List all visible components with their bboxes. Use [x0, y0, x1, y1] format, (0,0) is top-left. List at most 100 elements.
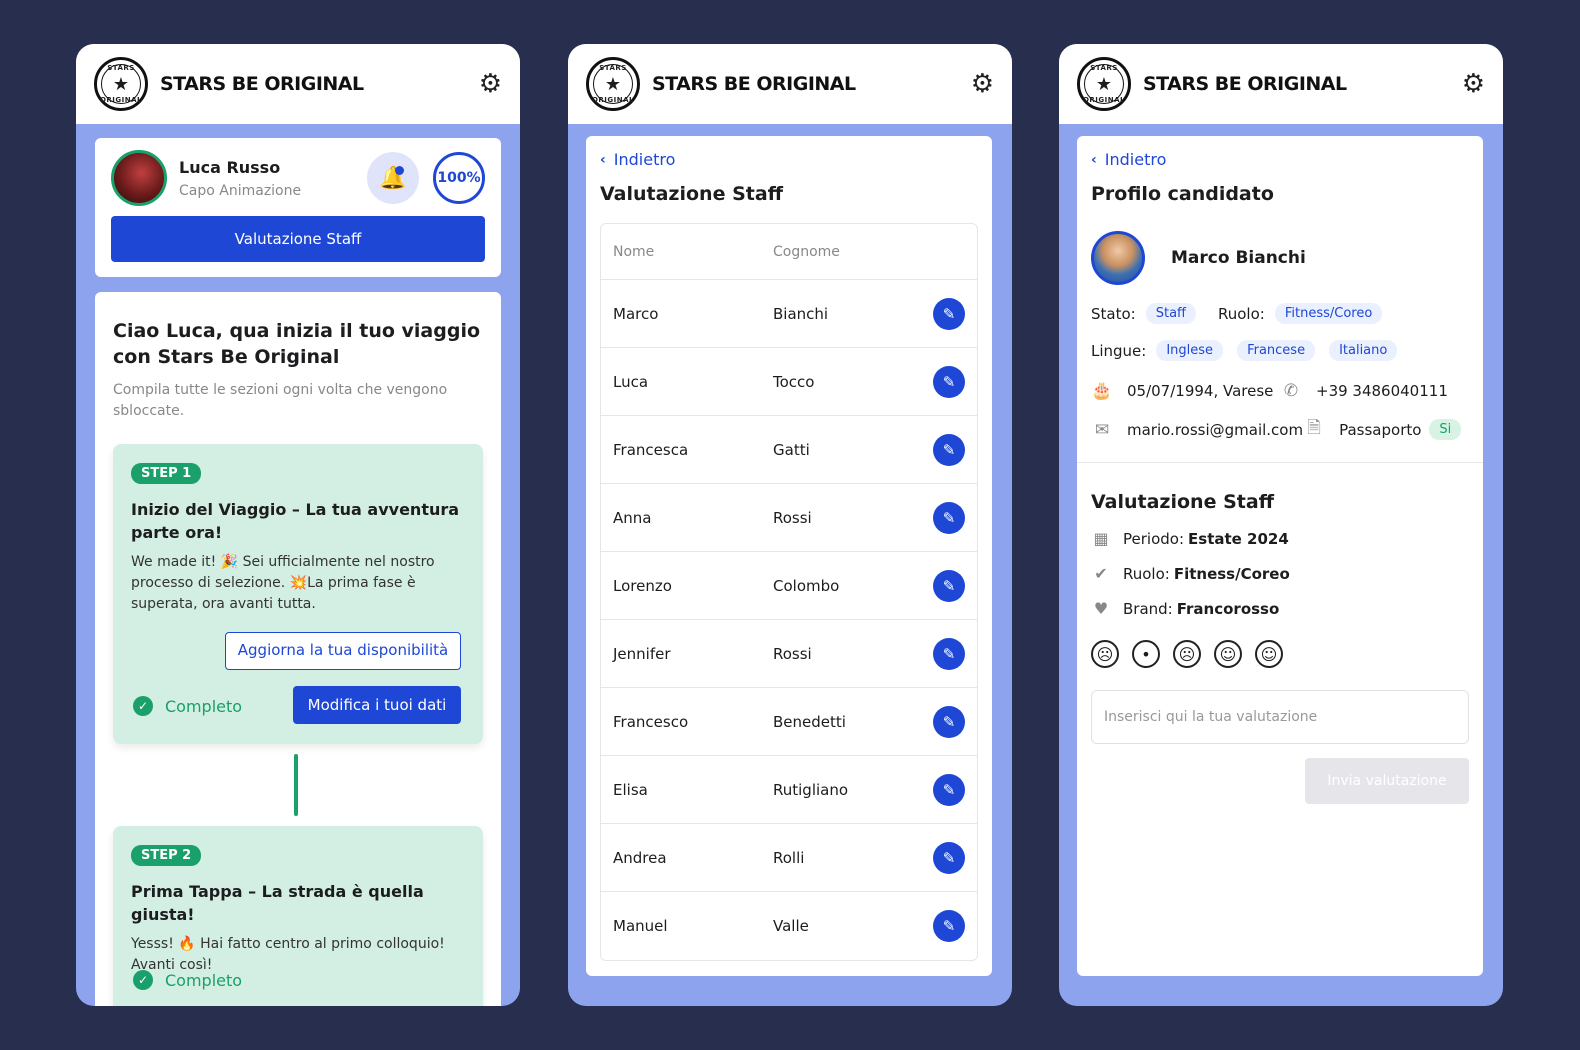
- screen-staff-list: STARS ★ ORIGINAL STARS BE ORIGINAL ⚙ ‹ I…: [568, 44, 1012, 1006]
- languages-label: Lingue:: [1091, 341, 1147, 360]
- birth-info: 05/07/1994, Varese: [1127, 382, 1274, 400]
- user-name: Luca Russo: [179, 157, 281, 177]
- pencil-icon[interactable]: ✎: [933, 433, 965, 466]
- rating-faces: ☹ • ☹ ☺ ☺: [1091, 640, 1469, 668]
- step-connector: [294, 754, 298, 816]
- period-label: Periodo:: [1123, 529, 1185, 548]
- first-name-cell: Luca: [613, 372, 649, 391]
- step-status: ✓ Completo: [133, 696, 242, 716]
- smile-face-icon[interactable]: ☺: [1214, 640, 1242, 668]
- table-row: Elisa Rutigliano ✎: [601, 756, 977, 824]
- user-role: Capo Animazione: [179, 182, 302, 199]
- birthday-cake-icon: 🎂: [1091, 381, 1113, 401]
- last-name-cell: Benedetti: [773, 712, 846, 731]
- evaluation-title: Valutazione Staff: [1091, 491, 1275, 513]
- pencil-icon[interactable]: ✎: [933, 637, 965, 670]
- back-link[interactable]: ‹ Indietro: [1091, 150, 1469, 169]
- pencil-icon[interactable]: ✎: [933, 501, 965, 534]
- last-name-cell: Rossi: [773, 508, 812, 527]
- last-name-cell: Tocco: [773, 372, 815, 391]
- update-availability-button[interactable]: Aggiorna la tua disponibilità: [225, 632, 461, 670]
- calendar-icon: ▦: [1093, 529, 1109, 548]
- pencil-icon[interactable]: ✎: [933, 569, 965, 602]
- status-badge: Staff: [1145, 303, 1196, 324]
- app-header: STARS ★ ORIGINAL STARS BE ORIGINAL ⚙: [1059, 44, 1503, 124]
- table-row: Marco Bianchi ✎: [601, 280, 977, 348]
- table-row: Andrea Rolli ✎: [601, 824, 977, 892]
- candidate-card: ‹ Indietro Profilo candidato Marco Bianc…: [1077, 136, 1483, 976]
- first-name-cell: Andrea: [613, 848, 667, 867]
- check-circle-icon: ✔: [1094, 564, 1108, 583]
- step-badge: STEP 1: [131, 463, 202, 484]
- eval-role-label: Ruolo:: [1123, 564, 1170, 583]
- screen-home: STARS ★ ORIGINAL STARS BE ORIGINAL ⚙ Luc…: [76, 44, 520, 1006]
- sad-face-icon[interactable]: ☹: [1173, 640, 1201, 668]
- gear-icon[interactable]: ⚙: [479, 71, 502, 97]
- brand-name: STARS BE ORIGINAL: [1143, 73, 1347, 95]
- brand-name: STARS BE ORIGINAL: [160, 73, 364, 95]
- notification-bell-icon[interactable]: 🔔: [367, 152, 419, 204]
- staff-list-card: ‹ Indietro Valutazione Staff Nome Cognom…: [586, 136, 992, 976]
- neutral-face-icon[interactable]: •: [1132, 640, 1160, 668]
- page-title: Valutazione Staff: [600, 183, 784, 205]
- pencil-icon[interactable]: ✎: [933, 705, 965, 738]
- candidate-name: Marco Bianchi: [1171, 248, 1306, 268]
- role-label: Ruolo:: [1218, 304, 1265, 323]
- table-row: Francesca Gatti ✎: [601, 416, 977, 484]
- pencil-icon[interactable]: ✎: [933, 773, 965, 806]
- evaluation-input[interactable]: Inserisci qui la tua valutazione: [1091, 690, 1469, 744]
- brand-value: Francorosso: [1176, 599, 1280, 618]
- progress-indicator: 100%: [433, 152, 485, 204]
- step-title: Prima Tappa – La strada è quella giusta!: [131, 882, 424, 924]
- step-title: Inizio del Viaggio – La tua avventura pa…: [131, 500, 460, 542]
- last-name-cell: Bianchi: [773, 304, 829, 323]
- app-header: STARS ★ ORIGINAL STARS BE ORIGINAL ⚙: [76, 44, 520, 124]
- first-name-cell: Lorenzo: [613, 576, 672, 595]
- last-name-cell: Gatti: [773, 440, 810, 459]
- table-row: Manuel Valle ✎: [601, 892, 977, 960]
- table-row: Anna Rossi ✎: [601, 484, 977, 552]
- edit-data-button[interactable]: Modifica i tuoi dati: [293, 686, 461, 724]
- happy-face-icon[interactable]: ☺: [1255, 640, 1283, 668]
- pencil-icon[interactable]: ✎: [933, 297, 965, 330]
- table-row: Francesco Benedetti ✎: [601, 688, 977, 756]
- send-evaluation-button[interactable]: Invia valutazione: [1305, 758, 1469, 804]
- pencil-icon[interactable]: ✎: [933, 841, 965, 874]
- check-icon: ✓: [133, 696, 153, 716]
- pencil-icon[interactable]: ✎: [933, 365, 965, 398]
- table-row: Luca Tocco ✎: [601, 348, 977, 416]
- first-name-cell: Francesco: [613, 712, 689, 731]
- chevron-left-icon: ‹: [600, 151, 606, 168]
- phone-icon: ✆: [1283, 381, 1299, 401]
- candidate-avatar: [1091, 231, 1145, 285]
- avatar: [111, 150, 167, 206]
- last-name-cell: Rolli: [773, 848, 805, 867]
- status-label: Stato:: [1091, 304, 1136, 323]
- divider: [1077, 462, 1483, 463]
- journey-card: Ciao Luca, qua inizia il tuo viaggio con…: [95, 292, 501, 1006]
- gear-icon[interactable]: ⚙: [1462, 71, 1485, 97]
- first-name-cell: Francesca: [613, 440, 689, 459]
- table-row: Lorenzo Colombo ✎: [601, 552, 977, 620]
- role-badge: Fitness/Coreo: [1274, 303, 1383, 324]
- last-name-cell: Rutigliano: [773, 780, 849, 799]
- column-header: Nome: [613, 243, 655, 260]
- pencil-icon[interactable]: ✎: [933, 910, 965, 942]
- first-name-cell: Jennifer: [613, 644, 671, 663]
- logo-icon: STARS ★ ORIGINAL: [1077, 57, 1131, 111]
- step-status: ✓ Completo: [133, 970, 242, 990]
- logo-icon: STARS ★ ORIGINAL: [586, 57, 640, 111]
- step-text: We made it! 🎉 Sei ufficialmente nel nost…: [131, 554, 435, 612]
- language-badge: Italiano: [1329, 340, 1398, 361]
- chevron-left-icon: ‹: [1091, 151, 1097, 168]
- table-header: Nome Cognome: [601, 224, 977, 280]
- screen-candidate-profile: STARS ★ ORIGINAL STARS BE ORIGINAL ⚙ ‹ I…: [1059, 44, 1503, 1006]
- angry-face-icon[interactable]: ☹: [1091, 640, 1119, 668]
- column-header: Cognome: [773, 243, 840, 260]
- last-name-cell: Rossi: [773, 644, 812, 663]
- back-link[interactable]: ‹ Indietro: [600, 150, 978, 169]
- gear-icon[interactable]: ⚙: [971, 71, 994, 97]
- first-name-cell: Anna: [613, 508, 652, 527]
- passport-label: Passaporto: [1339, 420, 1422, 439]
- staff-evaluation-button[interactable]: Valutazione Staff: [111, 216, 485, 262]
